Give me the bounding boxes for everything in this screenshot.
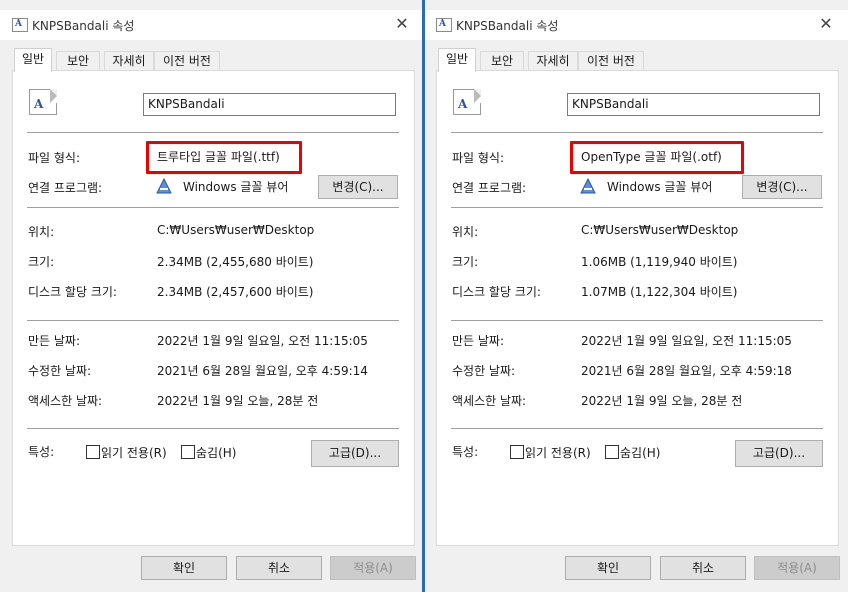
size-on-disk-label: 디스크 할당 크기: xyxy=(452,285,541,299)
general-panel: A KNPSBandali 파일 형식: OpenType 글꼴 파일(.otf… xyxy=(436,70,839,546)
modified-label: 수정한 날짜: xyxy=(452,364,516,378)
size-on-disk-value: 2.34MB (2,457,600 바이트) xyxy=(157,285,314,299)
size-label: 크기: xyxy=(28,255,55,269)
window-title: KNPSBandali 속성 xyxy=(456,19,559,33)
properties-dialog-otf: A KNPSBandali 속성 ✕ 일반 보안 자세히 이전 버전 A KNP… xyxy=(424,0,848,592)
hidden-label: 숨김(H) xyxy=(196,446,237,460)
tab-general[interactable]: 일반 xyxy=(14,48,52,72)
cancel-button[interactable]: 취소 xyxy=(236,556,322,580)
accessed-value: 2022년 1월 9일 오늘, 28분 전 xyxy=(157,394,319,408)
file-name-input[interactable]: KNPSBandali xyxy=(143,93,396,116)
modified-label: 수정한 날짜: xyxy=(28,364,92,378)
created-label: 만든 날짜: xyxy=(452,334,505,348)
properties-dialog-ttf: A KNPSBandali 속성 ✕ 일반 보안 자세히 이전 버전 A KNP… xyxy=(0,0,424,592)
attributes-label: 특성: xyxy=(452,445,479,459)
tab-security[interactable]: 보안 xyxy=(56,51,100,70)
size-value: 2.34MB (2,455,680 바이트) xyxy=(157,255,314,269)
font-file-icon: A xyxy=(436,18,452,32)
attributes-label: 특성: xyxy=(28,445,55,459)
separator xyxy=(451,132,823,133)
location-label: 위치: xyxy=(28,225,55,239)
font-file-icon: A xyxy=(453,89,483,115)
accessed-label: 액세스한 날짜: xyxy=(452,394,527,408)
opens-with-app: Windows 글꼴 뷰어 xyxy=(183,180,289,194)
apply-button[interactable]: 적용(A) xyxy=(330,556,416,580)
readonly-checkbox[interactable] xyxy=(86,445,100,459)
general-panel: A KNPSBandali 파일 형식: 트루타입 글꼴 파일(.ttf) 연결… xyxy=(12,70,415,546)
font-viewer-icon xyxy=(156,178,172,194)
tab-previous-versions[interactable]: 이전 버전 xyxy=(578,51,644,70)
separator xyxy=(451,320,823,321)
created-label: 만든 날짜: xyxy=(28,334,81,348)
separator xyxy=(27,207,399,208)
advanced-button[interactable]: 고급(D)... xyxy=(311,440,399,467)
opens-with-app: Windows 글꼴 뷰어 xyxy=(607,180,713,194)
close-icon[interactable]: ✕ xyxy=(394,14,410,34)
file-type-label: 파일 형식: xyxy=(28,151,81,165)
font-file-icon: A xyxy=(29,89,59,115)
location-value: C:₩Users₩user₩Desktop xyxy=(157,223,315,237)
change-button[interactable]: 변경(C)... xyxy=(318,175,398,199)
file-name-input[interactable]: KNPSBandali xyxy=(567,93,820,116)
accessed-label: 액세스한 날짜: xyxy=(28,394,103,408)
separator xyxy=(451,207,823,208)
tab-previous-versions[interactable]: 이전 버전 xyxy=(154,51,220,70)
hidden-checkbox[interactable] xyxy=(605,445,619,459)
file-type-label: 파일 형식: xyxy=(452,151,505,165)
tab-general[interactable]: 일반 xyxy=(438,48,476,72)
apply-button[interactable]: 적용(A) xyxy=(754,556,840,580)
hidden-checkbox[interactable] xyxy=(181,445,195,459)
title-bar: A KNPSBandali 속성 ✕ xyxy=(0,10,424,40)
tab-security[interactable]: 보안 xyxy=(480,51,524,70)
modified-value: 2021년 6월 28일 월요일, 오후 4:59:14 xyxy=(157,364,368,378)
hidden-label: 숨김(H) xyxy=(620,446,661,460)
tab-details[interactable]: 자세히 xyxy=(528,51,578,70)
readonly-checkbox[interactable] xyxy=(510,445,524,459)
modified-value: 2021년 6월 28일 월요일, 오후 4:59:18 xyxy=(581,364,792,378)
size-on-disk-label: 디스크 할당 크기: xyxy=(28,285,117,299)
title-bar: A KNPSBandali 속성 ✕ xyxy=(424,10,848,40)
separator xyxy=(451,428,823,429)
location-value: C:₩Users₩user₩Desktop xyxy=(581,223,739,237)
readonly-label: 읽기 전용(R) xyxy=(101,446,167,460)
readonly-label: 읽기 전용(R) xyxy=(525,446,591,460)
font-viewer-icon xyxy=(580,178,596,194)
opens-with-label: 연결 프로그램: xyxy=(452,181,527,195)
separator xyxy=(27,320,399,321)
size-on-disk-value: 1.07MB (1,122,304 바이트) xyxy=(581,285,738,299)
cancel-button[interactable]: 취소 xyxy=(660,556,746,580)
accessed-value: 2022년 1월 9일 오늘, 28분 전 xyxy=(581,394,743,408)
opens-with-label: 연결 프로그램: xyxy=(28,181,103,195)
change-button[interactable]: 변경(C)... xyxy=(742,175,822,199)
window-divider xyxy=(422,0,425,592)
advanced-button[interactable]: 고급(D)... xyxy=(735,440,823,467)
font-file-icon: A xyxy=(12,18,28,32)
file-type-value: OpenType 글꼴 파일(.otf) xyxy=(581,150,722,164)
tab-details[interactable]: 자세히 xyxy=(104,51,154,70)
ok-button[interactable]: 확인 xyxy=(141,556,227,580)
separator xyxy=(27,428,399,429)
location-label: 위치: xyxy=(452,225,479,239)
ok-button[interactable]: 확인 xyxy=(565,556,651,580)
size-label: 크기: xyxy=(452,255,479,269)
size-value: 1.06MB (1,119,940 바이트) xyxy=(581,255,738,269)
window-title: KNPSBandali 속성 xyxy=(32,19,135,33)
file-type-value: 트루타입 글꼴 파일(.ttf) xyxy=(157,150,280,164)
separator xyxy=(27,132,399,133)
created-value: 2022년 1월 9일 일요일, 오전 11:15:05 xyxy=(157,334,368,348)
close-icon[interactable]: ✕ xyxy=(818,14,834,34)
created-value: 2022년 1월 9일 일요일, 오전 11:15:05 xyxy=(581,334,792,348)
